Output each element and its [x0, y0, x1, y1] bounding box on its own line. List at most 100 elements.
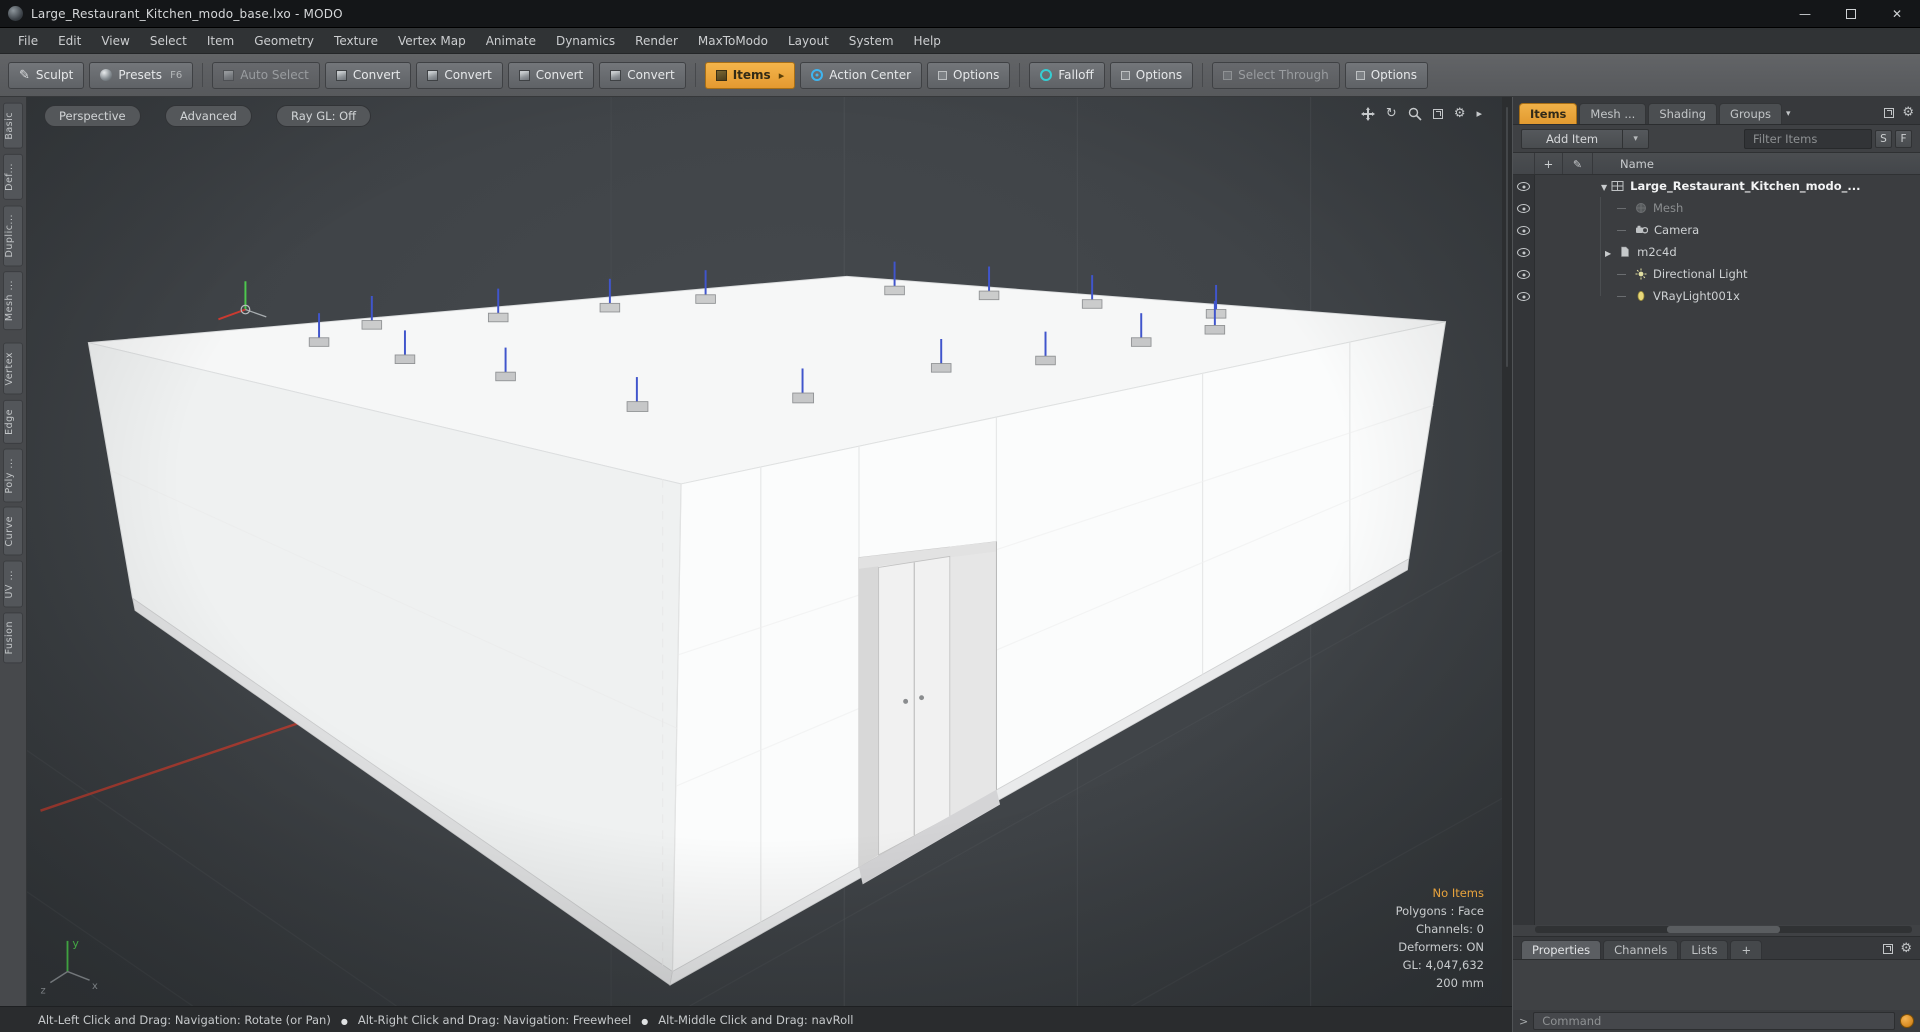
zoom-icon[interactable]	[1408, 107, 1422, 121]
panel-gear-icon[interactable]	[1900, 941, 1912, 956]
menu-layout[interactable]: Layout	[778, 28, 839, 54]
menu-item[interactable]: Item	[197, 28, 244, 54]
close-button[interactable]: ✕	[1874, 0, 1920, 27]
falloff-button[interactable]: Falloff	[1029, 61, 1105, 89]
eye-icon[interactable]	[1517, 270, 1530, 279]
command-input[interactable]: Command	[1533, 1012, 1895, 1030]
sidebar-tab-polygon[interactable]: Poly ...	[3, 448, 23, 503]
sidebar-tab-uv[interactable]: UV ...	[3, 560, 23, 608]
viewport-mode-tab[interactable]: Perspective	[44, 105, 141, 127]
pan-icon[interactable]	[1360, 107, 1375, 121]
tree-row-scene-root[interactable]: Large_Restaurant_Kitchen_modo_...	[1535, 175, 1920, 197]
menu-geometry[interactable]: Geometry	[244, 28, 324, 54]
sidebar-tab-vertex[interactable]: Vertex	[3, 343, 23, 395]
search-mode-button[interactable]: S	[1875, 129, 1892, 148]
sidebar-tab-fusion[interactable]: Fusion	[3, 612, 23, 664]
name-column-header[interactable]: Name	[1593, 157, 1654, 171]
select-through-button[interactable]: Select Through	[1212, 61, 1340, 89]
menu-help[interactable]: Help	[904, 28, 951, 54]
sidebar-tab-edge[interactable]: Edge	[3, 399, 23, 444]
viewport-flyout-icon[interactable]	[1476, 107, 1482, 121]
panel-expand-icon[interactable]	[1884, 107, 1895, 118]
menu-file[interactable]: File	[8, 28, 48, 54]
presets-shortcut: F6	[170, 69, 183, 81]
auto-select-button[interactable]: Auto Select	[212, 61, 320, 89]
stat-grid-scale: 200 mm	[1435, 976, 1484, 990]
tab-lists[interactable]: Lists	[1680, 940, 1729, 959]
filter-items-input[interactable]: Filter Items	[1744, 128, 1872, 149]
panel-gear-icon[interactable]	[1902, 105, 1914, 120]
eye-icon[interactable]	[1517, 292, 1530, 301]
toolbar-separator	[202, 63, 204, 87]
menu-animate[interactable]: Animate	[476, 28, 546, 54]
convert-button-4[interactable]: Convert	[599, 61, 686, 89]
menu-select[interactable]: Select	[140, 28, 197, 54]
select-through-options-button[interactable]: Options	[1344, 61, 1429, 89]
menu-texture[interactable]: Texture	[324, 28, 388, 54]
add-item-dropdown[interactable]	[1623, 128, 1650, 149]
add-item-button[interactable]: Add Item	[1521, 128, 1624, 149]
maximize-viewport-icon[interactable]	[1432, 109, 1443, 119]
eye-icon[interactable]	[1517, 204, 1530, 213]
eye-icon[interactable]	[1517, 226, 1530, 235]
menu-system[interactable]: System	[839, 28, 904, 54]
menu-maxtomodo[interactable]: MaxToModo	[688, 28, 778, 54]
sidebar-tab-basic[interactable]: Basic	[3, 103, 23, 149]
expander-closed-icon[interactable]	[1605, 245, 1611, 259]
eye-icon[interactable]	[1517, 182, 1530, 191]
menu-render[interactable]: Render	[625, 28, 688, 54]
tab-shading[interactable]: Shading	[1648, 103, 1718, 124]
menu-edit[interactable]: Edit	[48, 28, 91, 54]
add-column-header[interactable]: +	[1535, 153, 1563, 174]
sidebar-tab-curve[interactable]: Curve	[3, 507, 23, 556]
viewport-raygl-tab[interactable]: Ray GL: Off	[276, 105, 372, 127]
tree-row-directional-light[interactable]: Directional Light	[1535, 263, 1920, 285]
panel-divider[interactable]	[1502, 97, 1512, 1006]
command-history-icon[interactable]	[1900, 1014, 1914, 1028]
convert-button-2[interactable]: Convert	[416, 61, 503, 89]
sculpt-button[interactable]: Sculpt	[8, 61, 85, 89]
command-prompt[interactable]: >	[1519, 1015, 1528, 1028]
tab-channels[interactable]: Channels	[1603, 940, 1679, 959]
tree-row-camera[interactable]: Camera	[1535, 219, 1920, 241]
maximize-button[interactable]	[1828, 0, 1874, 27]
edit-column-header[interactable]	[1563, 153, 1593, 174]
sidebar-tab-mesh[interactable]: Mesh ...	[3, 270, 23, 331]
svg-text:z: z	[40, 986, 45, 997]
filter-mode-button[interactable]: F	[1895, 129, 1912, 148]
expander-open-icon[interactable]	[1601, 179, 1607, 193]
tab-groups[interactable]: Groups	[1719, 103, 1783, 124]
action-center-button[interactable]: Action Center	[800, 61, 923, 89]
tab-mesh-ops[interactable]: Mesh ...	[1579, 103, 1647, 124]
sidebar-tab-duplicate[interactable]: Duplic...	[3, 204, 23, 266]
scrollbar-thumb[interactable]	[1666, 926, 1781, 933]
sidebar-tab-deform[interactable]: Def...	[3, 153, 23, 200]
options-icon	[1223, 70, 1233, 80]
panel-expand-icon[interactable]	[1883, 943, 1894, 954]
convert-button-3[interactable]: Convert	[507, 61, 595, 89]
menu-bar: File Edit View Select Item Geometry Text…	[0, 28, 1920, 54]
presets-button[interactable]: Presets F6	[89, 61, 194, 89]
tab-overflow-icon[interactable]	[1786, 109, 1791, 119]
viewport-shading-tab[interactable]: Advanced	[165, 105, 252, 127]
eye-icon[interactable]	[1517, 248, 1530, 257]
rotate-icon[interactable]	[1386, 107, 1397, 121]
minimize-button[interactable]: —	[1782, 0, 1828, 27]
tab-properties[interactable]: Properties	[1521, 940, 1602, 959]
world-x-axis	[40, 710, 335, 812]
tree-horizontal-scrollbar[interactable]	[1535, 926, 1912, 933]
tree-row-m2c4d[interactable]: m2c4d	[1535, 241, 1920, 263]
viewport-settings-gear-icon[interactable]	[1454, 107, 1466, 121]
menu-vertex-map[interactable]: Vertex Map	[388, 28, 476, 54]
viewport-3d[interactable]: y x z Perspective Advanced Ray GL: Off ↻…	[27, 97, 1502, 1006]
tree-row-vraylight[interactable]: VRayLight001x	[1535, 285, 1920, 307]
items-mode-button[interactable]: Items	[704, 61, 796, 89]
menu-view[interactable]: View	[91, 28, 139, 54]
tree-row-mesh[interactable]: Mesh	[1535, 197, 1920, 219]
tab-add[interactable]: +	[1730, 940, 1763, 959]
menu-dynamics[interactable]: Dynamics	[546, 28, 625, 54]
convert-button-1[interactable]: Convert	[324, 61, 412, 89]
falloff-options-button[interactable]: Options	[1109, 61, 1194, 89]
action-center-options-button[interactable]: Options	[927, 61, 1011, 89]
tab-items[interactable]: Items	[1519, 103, 1578, 124]
